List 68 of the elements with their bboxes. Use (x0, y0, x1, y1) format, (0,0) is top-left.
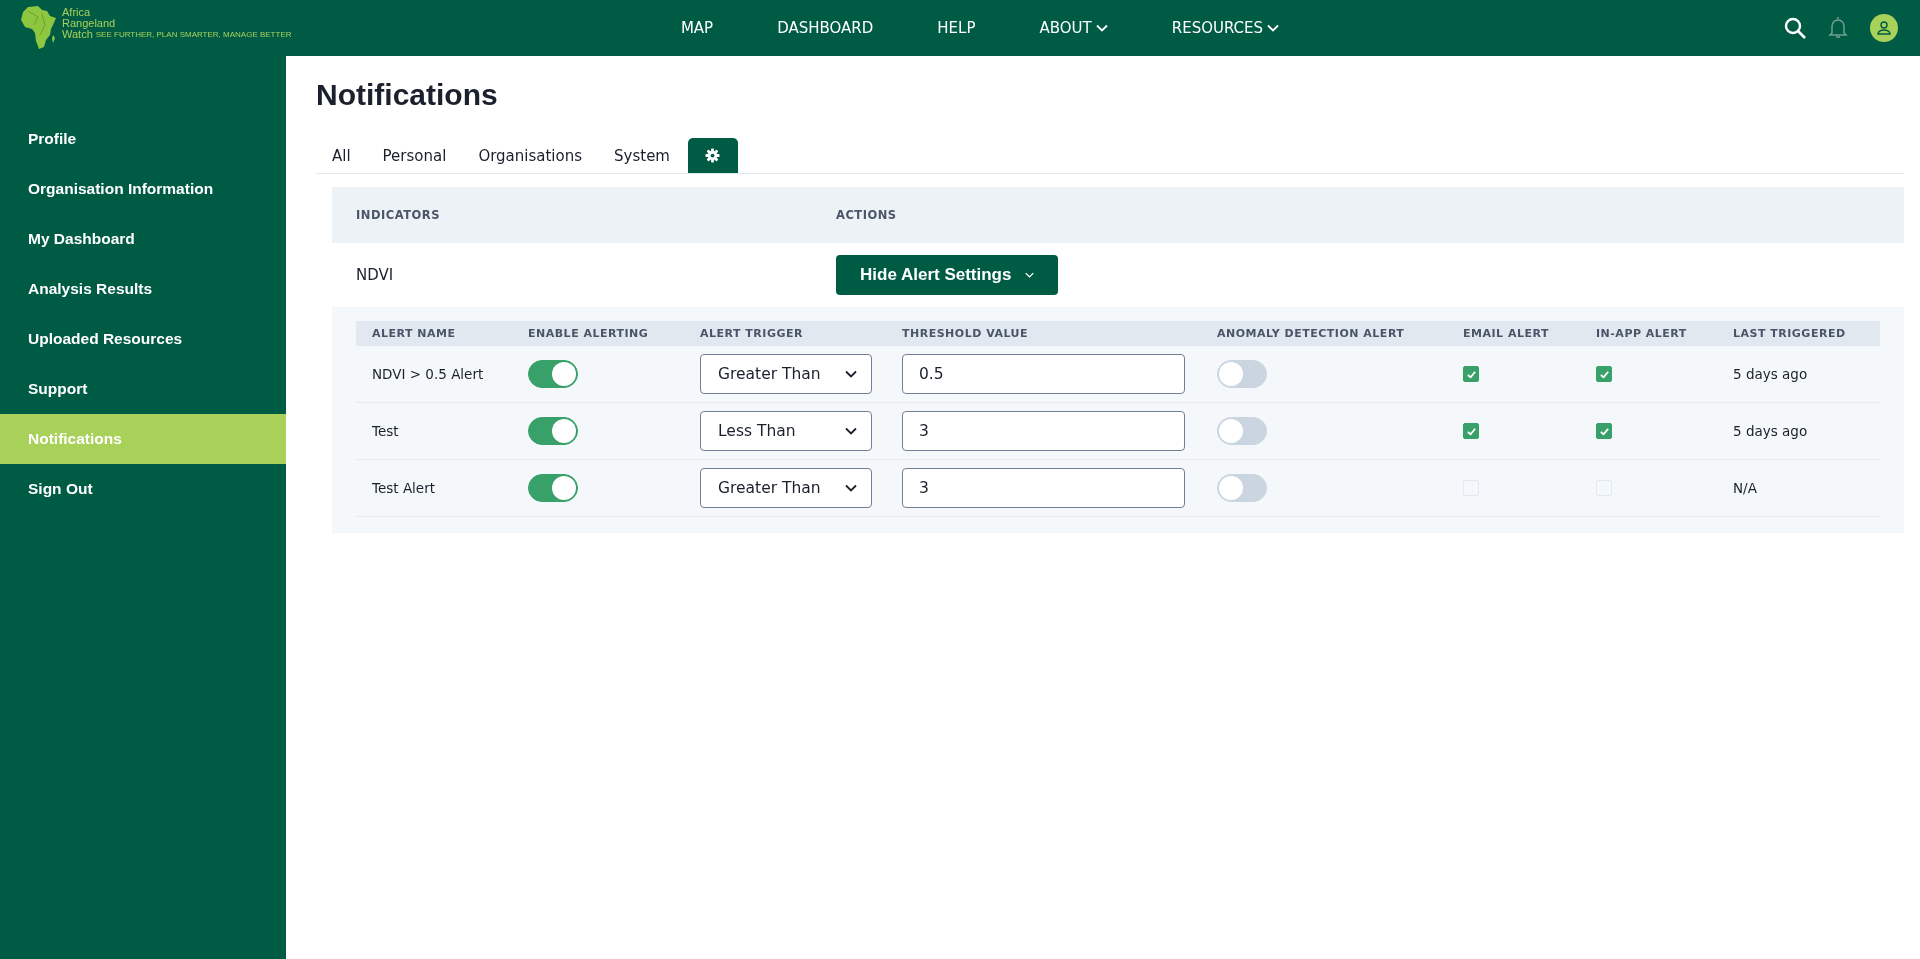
column-header: ENABLE ALERTING (512, 321, 684, 346)
checkbox[interactable] (1596, 423, 1612, 439)
chevron-icon (845, 427, 857, 435)
toggle-settings-button[interactable]: Hide Alert Settings (836, 255, 1059, 295)
sidebar-item[interactable]: Uploaded Resources (0, 314, 286, 364)
threshold-field[interactable]: 3 (902, 411, 1185, 451)
check-icon (1465, 425, 1477, 437)
nav-link[interactable]: ABOUT (1039, 19, 1108, 37)
column-header: INDICATORS (355, 208, 441, 222)
checkbox[interactable] (1463, 423, 1479, 439)
toggle-switch[interactable] (528, 360, 578, 388)
chevron-icon (845, 484, 857, 492)
nav-link[interactable]: DASHBOARD (777, 19, 874, 37)
logo-text: Africa (62, 7, 92, 18)
bell-icon[interactable] (1828, 16, 1848, 40)
tab[interactable]: System (598, 138, 686, 173)
sidebar-item[interactable]: Support (0, 364, 286, 414)
search-icon[interactable] (1784, 17, 1806, 39)
chevron-icon (1025, 272, 1035, 278)
column-header: ANOMALY DETECTION ALERT (1201, 321, 1447, 346)
sidebar-item[interactable]: Organisation Information (0, 164, 286, 214)
column-header: LAST TRIGGERED (1717, 321, 1880, 346)
alert-name: NDVI > 0.5 Alert (372, 366, 484, 382)
page-title: Notifications (316, 78, 499, 112)
checkbox[interactable] (1463, 366, 1479, 382)
gear-icon (705, 148, 721, 163)
threshold-field[interactable]: 3 (902, 468, 1185, 508)
checkbox[interactable] (1596, 366, 1612, 382)
tab[interactable]: All (316, 138, 367, 173)
check-icon (1465, 368, 1477, 380)
table-cell-text: NDVI (355, 266, 395, 284)
sidebar-item[interactable]: My Dashboard (0, 214, 286, 264)
nav-link[interactable]: MAP (680, 19, 714, 37)
logo-text: Rangeland (62, 18, 117, 29)
alert-name: Test Alert (372, 480, 435, 496)
user-avatar-icon[interactable] (1870, 14, 1898, 42)
trigger-dropdown[interactable]: Greater Than (700, 354, 872, 394)
last-triggered: 5 days ago (1733, 423, 1808, 439)
tab[interactable]: Organisations (462, 138, 599, 173)
column-header: ALERT NAME (356, 321, 512, 346)
column-header: EMAIL ALERT (1447, 321, 1580, 346)
trigger-dropdown[interactable]: Greater Than (700, 468, 872, 508)
sidebar-item[interactable]: Sign Out (0, 464, 286, 514)
chevron-icon (1267, 24, 1280, 32)
sidebar-item[interactable]: Profile (0, 114, 286, 164)
toggle-switch[interactable] (528, 474, 578, 502)
nav-link[interactable]: RESOURCES (1171, 19, 1280, 37)
trigger-dropdown[interactable]: Less Than (700, 411, 872, 451)
last-triggered: 5 days ago (1733, 366, 1808, 382)
toggle-switch[interactable] (528, 417, 578, 445)
nav-link[interactable]: HELP (937, 19, 976, 37)
column-header: IN-APP ALERT (1580, 321, 1717, 346)
chevron-icon (845, 370, 857, 378)
africa-map-icon (20, 5, 58, 51)
column-header: ALERT TRIGGER (684, 321, 886, 346)
last-triggered: N/A (1733, 480, 1757, 496)
threshold-field[interactable]: 0.5 (902, 354, 1185, 394)
settings-tab[interactable] (687, 138, 738, 173)
logo-tagline: SEE FURTHER, PLAN SMARTER, MANAGE BETTER (95, 30, 292, 39)
column-header: THRESHOLD VALUE (886, 321, 1201, 346)
tab[interactable]: Personal (366, 138, 463, 173)
sidebar-item[interactable]: Analysis Results (0, 264, 286, 314)
alert-name: Test (372, 423, 399, 439)
check-icon (1598, 425, 1610, 437)
logo-text: Watch (62, 29, 93, 40)
column-header: ACTIONS (835, 208, 898, 222)
chevron-icon (1095, 24, 1108, 32)
check-icon (1598, 368, 1610, 380)
